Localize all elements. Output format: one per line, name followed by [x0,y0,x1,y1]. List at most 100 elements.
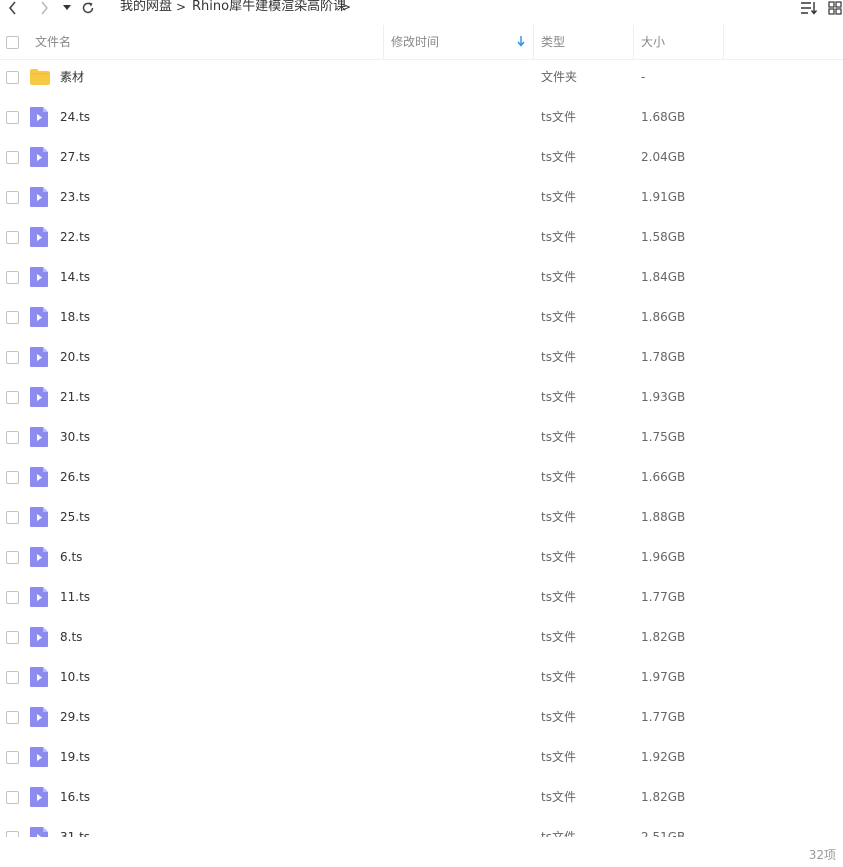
file-name[interactable]: 23.ts [60,177,90,217]
file-name[interactable]: 19.ts [60,737,90,777]
file-type: ts文件 [541,790,576,804]
file-row[interactable]: 26.ts ts文件 1.66GB [0,457,843,497]
row-checkbox[interactable] [6,831,19,837]
file-name[interactable]: 11.ts [60,577,90,617]
row-checkbox[interactable] [6,751,19,764]
file-row[interactable]: 23.ts ts文件 1.91GB [0,177,843,217]
file-row[interactable]: 8.ts ts文件 1.82GB [0,617,843,657]
file-name[interactable]: 25.ts [60,497,90,537]
file-name[interactable]: 16.ts [60,777,90,817]
file-row[interactable]: 27.ts ts文件 2.04GB [0,137,843,177]
column-divider[interactable] [723,25,724,59]
row-checkbox[interactable] [6,191,19,204]
header-name[interactable]: 文件名 [35,25,71,59]
file-row[interactable]: 25.ts ts文件 1.88GB [0,497,843,537]
row-checkbox[interactable] [6,351,19,364]
row-checkbox[interactable] [6,511,19,524]
sort-button[interactable] [800,0,818,16]
breadcrumb-separator[interactable]: > [341,0,351,15]
column-divider[interactable] [383,25,384,59]
file-row[interactable]: 21.ts ts文件 1.93GB [0,377,843,417]
file-list: 素材 文件夹 - 24.ts ts文件 1.68GB 27.ts ts文件 2.04GB 23.t… [0,57,843,837]
select-all-checkbox[interactable] [6,36,19,49]
video-file-icon [30,747,48,771]
file-row[interactable]: 16.ts ts文件 1.82GB [0,777,843,817]
video-file-icon [30,827,48,837]
file-name[interactable]: 8.ts [60,617,82,657]
back-button[interactable] [6,0,20,16]
row-checkbox[interactable] [6,231,19,244]
file-size: 2.51GB [641,830,686,837]
file-row[interactable]: 31.ts ts文件 2.51GB [0,817,843,837]
header-type[interactable]: 类型 [541,25,565,59]
file-name[interactable]: 18.ts [60,297,90,337]
row-checkbox[interactable] [6,431,19,444]
row-checkbox[interactable] [6,111,19,124]
file-row[interactable]: 30.ts ts文件 1.75GB [0,417,843,457]
breadcrumb-root[interactable]: 我的网盘 [120,0,172,15]
file-row[interactable]: 20.ts ts文件 1.78GB [0,337,843,377]
file-name[interactable]: 30.ts [60,417,90,457]
folder-icon [30,69,50,89]
row-checkbox[interactable] [6,151,19,164]
file-name[interactable]: 20.ts [60,337,90,377]
column-divider[interactable] [633,25,634,59]
file-name[interactable]: 21.ts [60,377,90,417]
file-size: 2.04GB [641,150,686,164]
row-checkbox[interactable] [6,631,19,644]
file-size: 1.88GB [641,510,686,524]
file-row[interactable]: 6.ts ts文件 1.96GB [0,537,843,577]
video-file-icon [30,427,48,451]
file-type: ts文件 [541,510,576,524]
history-dropdown[interactable] [62,0,72,16]
file-name[interactable]: 24.ts [60,97,90,137]
file-row[interactable]: 11.ts ts文件 1.77GB [0,577,843,617]
file-row[interactable]: 10.ts ts文件 1.97GB [0,657,843,697]
file-name[interactable]: 31.ts [60,817,90,837]
video-file-icon [30,187,48,211]
video-file-icon [30,147,48,171]
row-checkbox[interactable] [6,671,19,684]
file-type: ts文件 [541,270,576,284]
file-type: ts文件 [541,350,576,364]
sort-list-icon [801,2,818,15]
file-name[interactable]: 10.ts [60,657,90,697]
file-name[interactable]: 27.ts [60,137,90,177]
file-row[interactable]: 18.ts ts文件 1.86GB [0,297,843,337]
column-divider[interactable] [533,25,534,59]
file-name[interactable]: 29.ts [60,697,90,737]
row-checkbox[interactable] [6,591,19,604]
row-checkbox[interactable] [6,311,19,324]
file-size: 1.68GB [641,110,686,124]
file-name[interactable]: 素材 [60,57,84,97]
header-size[interactable]: 大小 [641,25,665,59]
file-row[interactable]: 素材 文件夹 - [0,57,843,97]
row-checkbox[interactable] [6,791,19,804]
file-row[interactable]: 22.ts ts文件 1.58GB [0,217,843,257]
row-checkbox[interactable] [6,551,19,564]
header-modified[interactable]: 修改时间 [391,25,439,59]
row-checkbox[interactable] [6,391,19,404]
chevron-right-icon [41,1,49,15]
file-name[interactable]: 26.ts [60,457,90,497]
file-type: ts文件 [541,230,576,244]
file-row[interactable]: 14.ts ts文件 1.84GB [0,257,843,297]
video-file-icon [30,347,48,371]
file-type: ts文件 [541,310,576,324]
refresh-button[interactable] [80,0,96,16]
file-type: ts文件 [541,550,576,564]
file-name[interactable]: 14.ts [60,257,90,297]
file-row[interactable]: 19.ts ts文件 1.92GB [0,737,843,777]
file-name[interactable]: 6.ts [60,537,82,577]
grid-view-button[interactable] [828,0,842,16]
row-checkbox[interactable] [6,71,19,84]
forward-button[interactable] [37,0,51,16]
row-checkbox[interactable] [6,271,19,284]
file-name[interactable]: 22.ts [60,217,90,257]
file-row[interactable]: 24.ts ts文件 1.68GB [0,97,843,137]
row-checkbox[interactable] [6,471,19,484]
file-row[interactable]: 29.ts ts文件 1.77GB [0,697,843,737]
row-checkbox[interactable] [6,711,19,724]
breadcrumb-current[interactable]: Rhino犀牛建模渲染高阶课 [192,0,346,15]
file-size: 1.92GB [641,750,686,764]
